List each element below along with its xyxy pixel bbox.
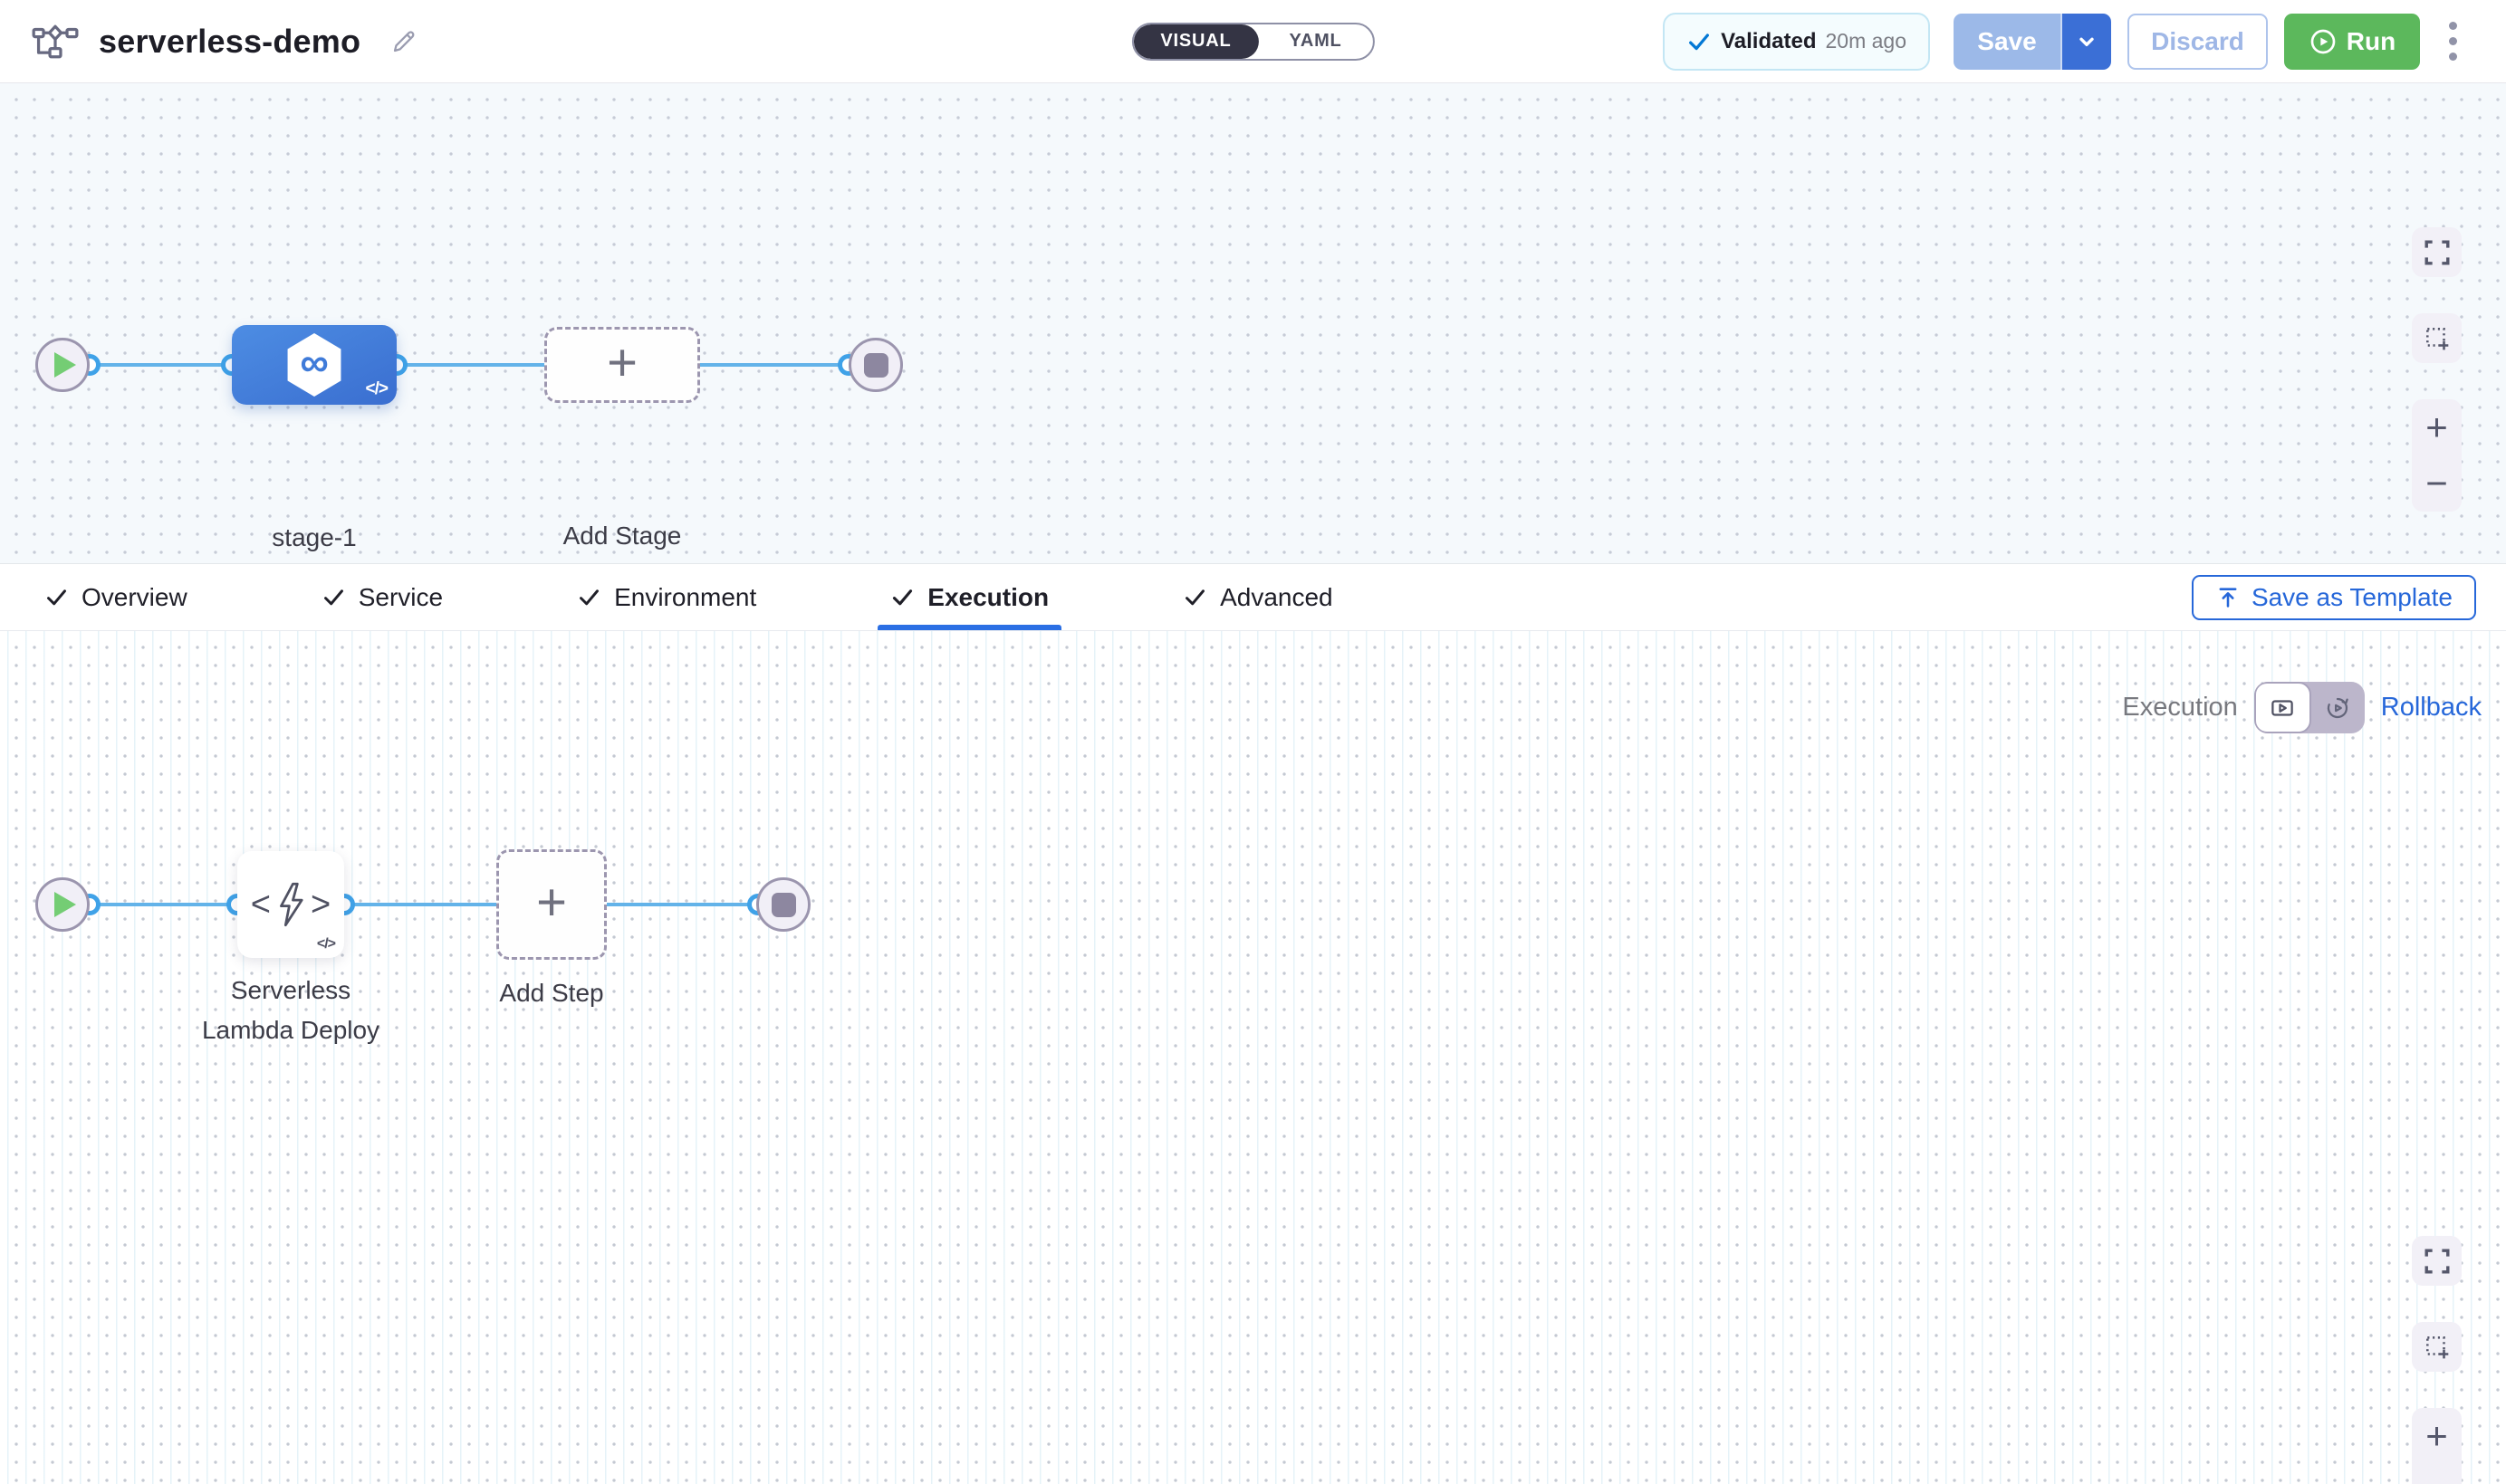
add-stage-button[interactable]: + — [544, 327, 700, 403]
pipeline-icon — [32, 24, 79, 60]
tab-check-icon — [890, 585, 915, 609]
stage-graph-canvas[interactable]: ∞ </> + stage-1 Add Stage + − — [0, 83, 2506, 563]
zoom-in-button[interactable]: + — [2412, 399, 2462, 455]
validated-check-icon — [1686, 29, 1712, 54]
run-button[interactable]: Run — [2284, 14, 2420, 70]
selection-mode-button[interactable] — [2412, 1322, 2462, 1372]
execution-start-node — [35, 877, 90, 932]
zoom-controls: + − — [2412, 399, 2462, 512]
angle-left-glyph: < — [251, 886, 271, 924]
connector-line — [344, 903, 496, 906]
execution-mode-label: Execution — [2122, 693, 2237, 723]
pipeline-start-node — [35, 338, 90, 392]
fullscreen-button[interactable] — [2412, 227, 2462, 277]
run-label: Run — [2347, 27, 2396, 56]
page-title: serverless-demo — [99, 23, 360, 61]
edit-pencil-icon[interactable] — [389, 27, 418, 56]
infinity-icon: ∞ — [300, 343, 328, 383]
tab-execution[interactable]: Execution — [878, 564, 1061, 630]
add-stage-label[interactable]: Add Stage — [532, 516, 713, 556]
stage-label[interactable]: stage-1 — [224, 518, 405, 558]
connector-line — [700, 363, 850, 367]
validated-badge[interactable]: Validated 20m ago — [1663, 13, 1930, 71]
execution-view-button[interactable] — [2254, 682, 2311, 733]
run-play-icon — [2309, 27, 2338, 56]
pipeline-end-node — [849, 338, 903, 392]
serverless-lambda-deploy-step[interactable]: < > </> — [237, 851, 344, 958]
chevron-down-icon — [2075, 30, 2098, 53]
stage-section-tabs: Overview Service Environment Execution A… — [0, 563, 2506, 631]
add-step-label[interactable]: Add Step — [461, 973, 642, 1013]
execution-graph-canvas[interactable]: Execution Rollback — [0, 631, 2506, 1484]
tab-check-icon — [577, 585, 601, 609]
tab-environment[interactable]: Environment — [564, 564, 769, 630]
save-as-template-button[interactable]: Save as Template — [2192, 575, 2476, 620]
rollback-icon — [2324, 694, 2351, 722]
tab-advanced[interactable]: Advanced — [1170, 564, 1346, 630]
tab-check-icon — [1183, 585, 1207, 609]
connector-line — [90, 363, 232, 367]
start-play-icon — [54, 352, 76, 378]
lightning-bolt-icon — [273, 881, 309, 928]
tab-label: Execution — [927, 583, 1049, 612]
validated-time: 20m ago — [1825, 29, 1906, 53]
plus-icon: + — [536, 876, 567, 929]
plus-icon: + — [607, 337, 638, 389]
code-icon: </> — [366, 379, 388, 399]
rollback-link[interactable]: Rollback — [2381, 693, 2482, 723]
tab-check-icon — [44, 585, 69, 609]
execution-mode-row: Execution Rollback — [2122, 682, 2482, 733]
tab-overview[interactable]: Overview — [32, 564, 200, 630]
stop-square-icon — [864, 353, 888, 378]
zoom-out-button[interactable]: − — [2412, 455, 2462, 512]
validated-label: Validated — [1721, 29, 1816, 54]
step-label[interactable]: Serverless Lambda Deploy — [187, 971, 395, 1050]
visual-yaml-toggle: VISUAL YAML — [1131, 23, 1374, 61]
code-icon: </> — [317, 936, 335, 953]
stage-node[interactable]: ∞ </> — [232, 325, 397, 405]
stage-hexagon-icon: ∞ — [285, 333, 343, 397]
save-split-button: Save — [1954, 14, 2111, 70]
tab-check-icon — [322, 585, 346, 609]
upload-icon — [2215, 585, 2241, 610]
start-play-icon — [54, 892, 76, 917]
toggle-yaml[interactable]: YAML — [1259, 24, 1373, 59]
marquee-select-icon — [2424, 325, 2451, 352]
zoom-out-button[interactable]: − — [2412, 1464, 2462, 1484]
save-as-template-label: Save as Template — [2252, 583, 2453, 612]
stop-square-icon — [772, 893, 796, 917]
angle-right-glyph: > — [311, 886, 331, 924]
tab-label: Service — [359, 583, 443, 612]
tab-service[interactable]: Service — [309, 564, 456, 630]
execution-play-icon — [2269, 694, 2296, 722]
tab-label: Advanced — [1220, 583, 1333, 612]
connector-line — [607, 903, 758, 906]
discard-button[interactable]: Discard — [2127, 14, 2268, 70]
fullscreen-button[interactable] — [2412, 1236, 2462, 1286]
add-step-button[interactable]: + — [496, 849, 607, 960]
rollback-view-button[interactable] — [2311, 682, 2365, 733]
execution-end-node — [756, 877, 811, 932]
execution-rollback-switch — [2254, 682, 2365, 733]
fullscreen-icon — [2424, 1248, 2451, 1275]
zoom-controls: + − — [2412, 1408, 2462, 1484]
marquee-select-icon — [2424, 1334, 2451, 1361]
fullscreen-icon — [2424, 239, 2451, 266]
toggle-visual[interactable]: VISUAL — [1133, 24, 1258, 59]
lambda-step-icon: < > — [251, 881, 331, 928]
tab-label: Overview — [82, 583, 187, 612]
connector-line — [90, 903, 237, 906]
connector-line — [397, 363, 544, 367]
selection-mode-button[interactable] — [2412, 313, 2462, 363]
app-header: serverless-demo VISUAL YAML Validated 20… — [0, 0, 2506, 83]
tab-label: Environment — [614, 583, 756, 612]
zoom-in-button[interactable]: + — [2412, 1408, 2462, 1464]
kebab-menu-icon[interactable] — [2444, 16, 2463, 66]
save-dropdown-button[interactable] — [2060, 14, 2111, 70]
save-button[interactable]: Save — [1954, 14, 2060, 70]
